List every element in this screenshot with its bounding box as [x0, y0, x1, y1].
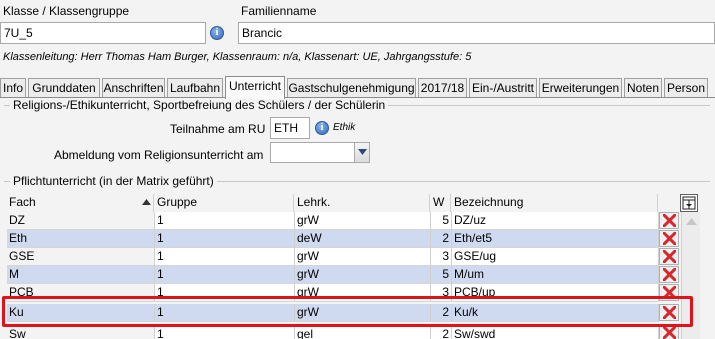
tab-info[interactable]: Info	[0, 78, 26, 98]
cell-bezeichnung[interactable]: M/um	[452, 266, 659, 284]
vertical-scrollbar[interactable]	[681, 212, 700, 339]
tab-person[interactable]: Person	[664, 78, 708, 98]
cell-lehrk[interactable]: gel	[295, 326, 431, 339]
cell-lehrk[interactable]: grW	[295, 266, 431, 284]
scroll-up-arrow-icon[interactable]	[686, 218, 697, 225]
cell-bezeichnung[interactable]: DZ/uz	[452, 212, 659, 230]
cell-lehrk[interactable]: grW	[295, 248, 431, 266]
class-label: Klasse / Klassengruppe	[3, 4, 130, 18]
cell-fach[interactable]: PCB	[7, 284, 155, 302]
cell-lehrk[interactable]: grW	[295, 212, 431, 230]
tab-laufbahn[interactable]: Laufbahn	[167, 78, 223, 98]
table-row-selected[interactable]: Ku 1 grW 2 Ku/k	[7, 304, 659, 322]
info-icon[interactable]: i	[210, 26, 224, 40]
cell-gruppe[interactable]: 1	[155, 230, 295, 248]
delete-icon	[663, 214, 676, 227]
ru-label: Teilnahme am RU	[170, 122, 266, 136]
tab-gastschulgenehmigung[interactable]: Gastschulgenehmigung	[287, 78, 416, 98]
cell-lehrk[interactable]: deW	[295, 230, 431, 248]
cell-gruppe[interactable]: 1	[155, 326, 295, 339]
delete-icon	[663, 326, 676, 339]
cell-fach[interactable]: M	[7, 266, 155, 284]
cell-bezeichnung[interactable]: PCB/up	[452, 284, 659, 302]
ru-field[interactable]: ETH	[270, 117, 310, 139]
cell-fach[interactable]: Sw	[7, 326, 155, 339]
ru-info-icon[interactable]: i	[315, 121, 329, 135]
cell-w[interactable]: 3	[431, 284, 452, 302]
column-chooser-button[interactable]	[680, 194, 698, 212]
cell-lehrk[interactable]: grW	[295, 284, 431, 302]
table-row[interactable]: PCB 1 grW 3 PCB/up	[7, 284, 659, 302]
cell-fach[interactable]: Eth	[7, 230, 155, 248]
cell-fach[interactable]: Ku	[7, 304, 155, 322]
delete-row-button[interactable]	[659, 304, 679, 321]
abmeldung-label: Abmeldung vom Religionsunterricht am	[54, 148, 264, 162]
delete-icon	[663, 250, 676, 263]
tab-grunddaten[interactable]: Grunddaten	[28, 78, 100, 98]
abmeldung-date-select[interactable]	[270, 142, 370, 163]
col-header-bezeichnung[interactable]: Bezeichnung	[452, 194, 658, 212]
table-row[interactable]: GSE 1 grW 3 GSE/ug	[7, 248, 659, 266]
delete-row-button[interactable]	[659, 230, 679, 247]
table-row[interactable]: M 1 grW 5 M/um	[7, 266, 659, 284]
cell-bezeichnung[interactable]: GSE/ug	[452, 248, 659, 266]
sort-ascending-icon	[142, 199, 151, 205]
col-header-lehrk[interactable]: Lehrk.	[295, 194, 430, 212]
col-header-fach[interactable]: Fach	[7, 194, 154, 212]
col-header-gruppe[interactable]: Gruppe	[155, 194, 294, 212]
delete-row-button[interactable]	[659, 248, 679, 265]
family-name-label: Familienname	[241, 4, 317, 18]
cell-w[interactable]: 2	[431, 326, 452, 339]
cell-bezeichnung[interactable]: Sw/swd	[452, 326, 659, 339]
cell-gruppe[interactable]: 1	[155, 266, 295, 284]
delete-row-button[interactable]	[659, 284, 679, 301]
col-header-w[interactable]: W	[431, 194, 451, 212]
family-name-field[interactable]: Brancic	[238, 22, 715, 44]
pflicht-group-title: Pflichtunterricht (in der Matrix geführt…	[10, 174, 217, 188]
cell-gruppe[interactable]: 1	[155, 248, 295, 266]
column-chooser-icon	[682, 196, 696, 210]
class-info-line: Klassenleitung: Herr Thomas Ham Burger, …	[3, 51, 472, 63]
tab-unterricht[interactable]: Unterricht	[225, 76, 285, 99]
delete-row-button[interactable]	[659, 324, 679, 339]
class-field[interactable]: 7U_5	[0, 22, 206, 44]
delete-icon	[663, 232, 676, 245]
tab-erweiterungen[interactable]: Erweiterungen	[539, 78, 622, 98]
cell-bezeichnung[interactable]: Ku/k	[452, 304, 659, 322]
cell-w[interactable]: 2	[431, 304, 452, 322]
ru-hint: Ethik	[333, 122, 356, 133]
table-row[interactable]: Sw 1 gel 2 Sw/swd	[7, 326, 659, 339]
delete-row-button[interactable]	[659, 212, 679, 229]
cell-gruppe[interactable]: 1	[155, 304, 295, 322]
cell-gruppe[interactable]: 1	[155, 212, 295, 230]
grid-body: DZ 1 grW 5 DZ/uz Eth 1 deW 2 Eth/et5 GSE…	[7, 212, 707, 339]
cell-gruppe[interactable]: 1	[155, 284, 295, 302]
cell-w[interactable]: 2	[431, 230, 452, 248]
tab-ein-austritt[interactable]: Ein-/Austritt	[469, 78, 537, 98]
tab-bar: Info Grunddaten Anschriften Laufbahn Unt…	[0, 76, 715, 99]
cell-w[interactable]: 5	[431, 212, 452, 230]
religion-group-title: Religions-/Ethikunterricht, Sportbefreiu…	[10, 98, 389, 112]
delete-icon	[663, 306, 676, 319]
tab-anschriften[interactable]: Anschriften	[102, 78, 165, 98]
delete-icon	[663, 286, 676, 299]
dropdown-arrow-icon[interactable]	[354, 143, 369, 162]
cell-w[interactable]: 3	[431, 248, 452, 266]
col-header-fach-label: Fach	[9, 195, 36, 209]
cell-bezeichnung[interactable]: Eth/et5	[452, 230, 659, 248]
delete-row-button[interactable]	[659, 266, 679, 283]
cell-fach[interactable]: GSE	[7, 248, 155, 266]
cell-w[interactable]: 5	[431, 266, 452, 284]
table-row[interactable]: Eth 1 deW 2 Eth/et5	[7, 230, 659, 248]
delete-icon	[663, 268, 676, 281]
table-row[interactable]: DZ 1 grW 5 DZ/uz	[7, 212, 659, 230]
tab-noten[interactable]: Noten	[624, 78, 662, 98]
cell-fach[interactable]: DZ	[7, 212, 155, 230]
tab-2017-18[interactable]: 2017/18	[418, 78, 467, 98]
cell-lehrk[interactable]: grW	[295, 304, 431, 322]
